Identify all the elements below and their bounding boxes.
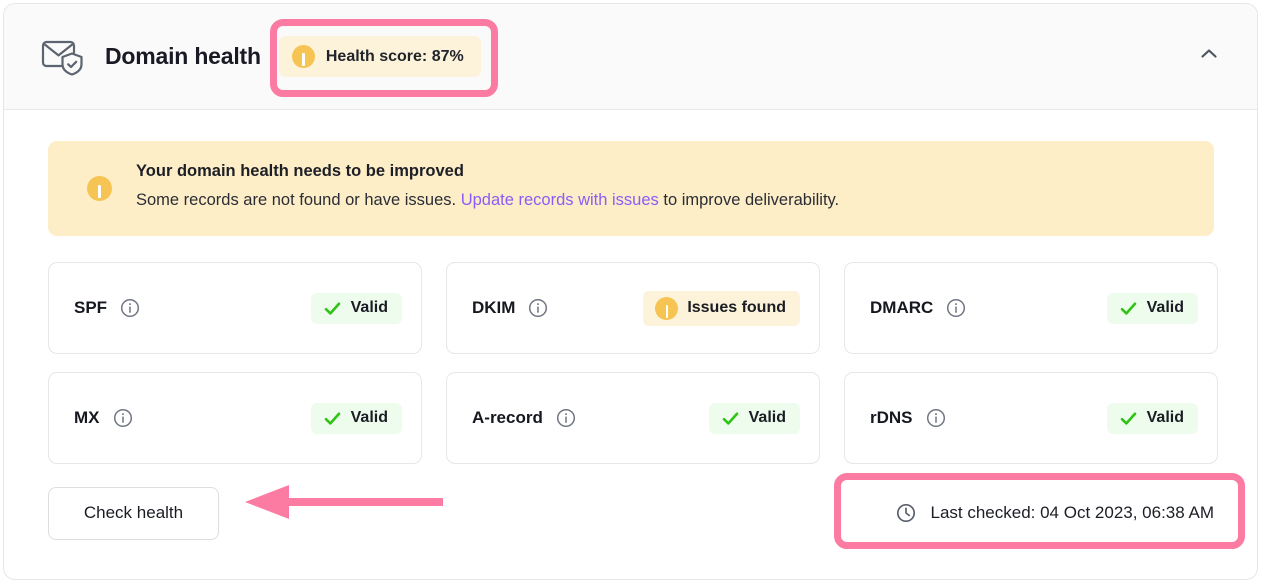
record-card[interactable]: DKIM Issues found [446,262,820,354]
last-checked: Last checked: 04 Oct 2023, 06:38 AM [895,502,1214,524]
warning-circle-icon [291,45,315,68]
status-label: Valid [1146,409,1184,426]
collapse-panel-button[interactable] [1189,37,1229,77]
panel-body: Your domain health needs to be improved … [4,110,1257,541]
info-icon[interactable] [120,298,140,318]
status-label: Valid [350,409,388,426]
info-icon[interactable] [113,408,133,428]
status-label: Valid [748,409,786,426]
clock-icon [895,502,917,524]
record-card[interactable]: MX Valid [48,372,422,464]
warning-circle-icon [655,296,679,320]
dns-records-grid: SPF Valid DKIM Issues found DMARC Valid MX Vali… [48,262,1218,464]
alert-desc-after: to improve deliverability. [663,191,840,209]
status-badge: Issues found [643,290,800,326]
alert-title: Your domain health needs to be improved [136,162,464,180]
chevron-up-icon [1198,43,1220,70]
status-badge: Valid [310,402,402,434]
warning-circle-icon [87,176,112,201]
record-card[interactable]: DMARC Valid [844,262,1218,354]
record-card[interactable]: rDNS Valid [844,372,1218,464]
check-icon [1119,299,1138,318]
status-badge: Valid [708,402,800,434]
panel-header: Domain health Health score: 87% [4,4,1257,110]
info-icon[interactable] [556,408,576,428]
alert-text-block: Your domain health needs to be improved … [136,162,839,211]
check-icon [1119,409,1138,428]
info-icon[interactable] [946,298,966,318]
alert-desc-before: Some records are not found or have issue… [136,191,457,209]
info-icon[interactable] [528,298,548,318]
check-icon [323,409,342,428]
info-icon[interactable] [926,408,946,428]
check-health-button[interactable]: Check health [48,486,219,540]
check-icon [721,409,740,428]
record-name: DKIM [472,298,516,317]
mail-shield-icon [36,31,88,83]
check-icon [323,299,342,318]
status-label: Issues found [687,299,786,316]
health-score-label: Health score: 87% [325,47,464,65]
domain-health-panel: Domain health Health score: 87% Your dom… [3,3,1258,580]
alert-description: Some records are not found or have issue… [136,191,839,211]
status-badge: Valid [1106,402,1198,434]
record-name: MX [74,408,100,427]
panel-footer: Check health Last checked: 04 Oct 2023, … [48,485,1214,541]
page-title: Domain health [105,43,261,69]
update-records-link[interactable]: Update records with issues [461,191,659,209]
record-card[interactable]: SPF Valid [48,262,422,354]
record-name: rDNS [870,408,913,427]
record-name: DMARC [870,298,934,317]
record-name: A-record [472,408,543,427]
status-label: Valid [350,299,388,316]
record-name: SPF [74,298,108,317]
status-badge: Valid [310,292,402,324]
status-label: Valid [1146,299,1184,316]
health-score-badge[interactable]: Health score: 87% [278,36,481,77]
domain-health-alert: Your domain health needs to be improved … [48,141,1214,236]
record-card[interactable]: A-record Valid [446,372,820,464]
last-checked-label: Last checked: 04 Oct 2023, 06:38 AM [930,503,1214,522]
status-badge: Valid [1106,292,1198,324]
